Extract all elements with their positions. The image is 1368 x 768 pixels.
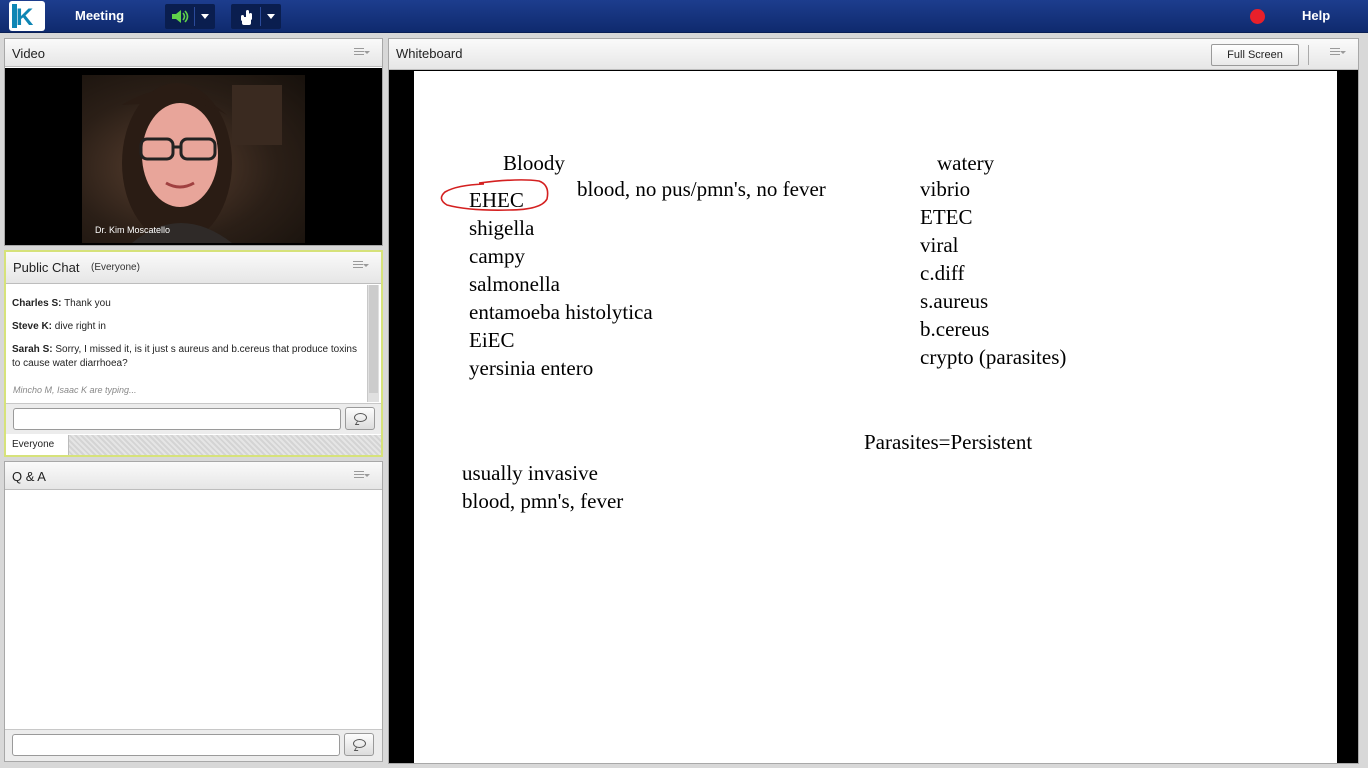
audio-dropdown-icon[interactable] [201,14,209,19]
bloody-heading: Bloody [503,151,565,175]
whiteboard-pod-title: Whiteboard [396,46,463,61]
chat-sender: Sarah S: [12,344,53,355]
chat-message: Charles S: Thank you [12,297,362,311]
bloody-item: entamoeba histolytica [469,300,653,324]
chat-pod-title: Public Chat [13,260,80,275]
video-area: Dr. Kim Moscatello [5,68,382,245]
header-divider [1308,45,1309,65]
qa-pod: Q & A [4,461,383,762]
recording-indicator-icon[interactable] [1250,9,1265,24]
video-pod: Video Dr. Kim Moscatello [4,38,383,246]
chat-input[interactable] [13,408,341,430]
video-pod-title: Video [12,46,46,61]
chat-pod: Public Chat (Everyone) Charles S: Thank … [4,250,383,457]
raise-hand-icon [241,10,252,25]
typing-indicator: Mincho M, Isaac K are typing... [13,385,137,395]
chat-tab-everyone[interactable]: Everyone [6,435,69,455]
pod-menu-icon[interactable] [354,471,370,481]
bloody-item: EiEC [469,328,515,352]
watery-heading: watery [937,151,995,175]
status-button[interactable] [231,4,281,29]
qa-input-row [5,729,382,761]
chat-message: Steve K: dive right in [12,320,362,334]
chat-input-row [6,403,381,434]
meeting-menu[interactable]: Meeting [75,8,124,23]
parasites-note: Parasites=Persistent [864,430,1033,454]
bloody-item: campy [469,244,525,268]
bloody-item: shigella [469,216,535,240]
chat-tab-bar: Everyone [6,435,381,455]
speaker-icon [172,10,189,23]
watery-item: crypto (parasites) [920,345,1067,369]
chat-audience-label: (Everyone) [91,262,140,273]
qa-pod-header: Q & A [5,462,382,490]
invasive-note-line1: usually invasive [462,461,598,485]
chat-message: Sarah S: Sorry, I missed it, is it just … [12,343,362,371]
speech-bubble-icon [354,413,367,422]
audio-button[interactable] [165,4,215,29]
app-logo: K [9,1,45,31]
chat-pod-header: Public Chat (Everyone) [6,252,381,284]
watery-item: ETEC [920,205,973,229]
watery-item: b.cereus [920,317,990,341]
qa-send-button[interactable] [344,733,374,756]
pod-menu-icon[interactable] [353,261,369,271]
watery-item: s.aureus [920,289,989,313]
video-pod-header: Video [5,39,382,67]
speech-bubble-icon [353,739,366,748]
help-menu[interactable]: Help [1302,8,1330,23]
chat-text: Sorry, I missed it, is it just s aureus … [12,344,357,369]
pod-menu-icon[interactable] [1330,48,1346,58]
bloody-note: blood, no pus/pmn's, no fever [577,177,826,201]
presenter-webcam-feed [82,75,305,243]
chat-sender: Charles S: [12,298,62,309]
chat-text: Thank you [64,298,111,309]
status-dropdown-icon[interactable] [267,14,275,19]
chat-scrollbar[interactable] [367,285,379,402]
qa-pod-title: Q & A [12,469,46,484]
whiteboard-pod-header: Whiteboard Full Screen [389,39,1358,70]
invasive-note-line2: blood, pmn's, fever [462,489,624,513]
chat-text: dive right in [54,321,106,332]
bloody-item: salmonella [469,272,560,296]
top-menu-bar: K Meeting Help [0,0,1368,33]
chat-sender: Steve K: [12,321,53,332]
watery-item: viral [920,233,959,257]
presenter-name-label: Dr. Kim Moscatello [95,225,171,235]
qa-input[interactable] [12,734,340,756]
pod-menu-icon[interactable] [354,48,370,58]
watery-item: c.diff [920,261,965,285]
chat-send-button[interactable] [345,407,375,430]
bloody-item: yersinia entero [469,356,594,380]
full-screen-button[interactable]: Full Screen [1211,44,1299,66]
whiteboard-canvas[interactable]: Bloody blood, no pus/pmn's, no fever EHE… [414,71,1337,763]
watery-item: vibrio [920,177,971,201]
whiteboard-pod: Whiteboard Full Screen Bloody blood, no … [388,38,1359,764]
ehec-circle-annotation [440,179,549,211]
